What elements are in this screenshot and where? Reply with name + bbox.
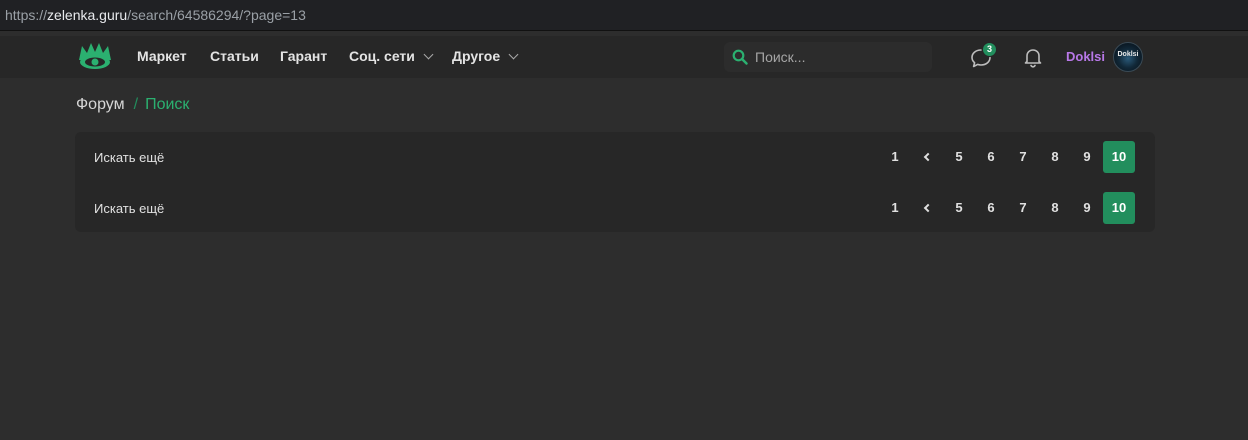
url-prefix: https:// xyxy=(5,7,48,23)
page-current-10[interactable]: 10 xyxy=(1103,192,1135,224)
nav-social-label: Соц. сети xyxy=(349,48,415,64)
nav-articles-label: Статьи xyxy=(210,48,259,64)
page-link-5[interactable]: 5 xyxy=(943,192,975,224)
page-link-6[interactable]: 6 xyxy=(975,192,1007,224)
nav-social-dropdown[interactable]: Соц. сети xyxy=(349,48,434,64)
nav-other-label: Другое xyxy=(452,48,501,64)
search-results-panel: Искать ещё 1 5 6 7 8 9 10 Искать ещё 1 5… xyxy=(75,132,1155,232)
page-link-9[interactable]: 9 xyxy=(1071,192,1103,224)
breadcrumb-current[interactable]: Поиск xyxy=(145,96,189,113)
page-current-10[interactable]: 10 xyxy=(1103,141,1135,173)
nav-articles[interactable]: Статьи xyxy=(210,48,259,64)
breadcrumb: Форум / Поиск xyxy=(76,96,189,114)
chevron-left-icon xyxy=(923,152,933,162)
page-link-6[interactable]: 6 xyxy=(975,141,1007,173)
avatar[interactable]: Doklsi xyxy=(1113,42,1143,72)
site-logo[interactable] xyxy=(78,40,112,72)
search-more-link[interactable]: Искать ещё xyxy=(94,201,164,216)
nav-market-label: Маркет xyxy=(137,48,187,64)
search-more-link[interactable]: Искать ещё xyxy=(94,150,164,165)
url-path: /search/64586294/?page=13 xyxy=(127,7,306,23)
avatar-label: Doklsi xyxy=(1117,51,1139,58)
page-link-9[interactable]: 9 xyxy=(1071,141,1103,173)
page-prev-button[interactable] xyxy=(911,192,943,224)
browser-address-bar[interactable]: https://zelenka.guru/search/64586294/?pa… xyxy=(0,0,1248,31)
nav-market[interactable]: Маркет xyxy=(137,48,187,64)
page-link-7[interactable]: 7 xyxy=(1007,192,1039,224)
site-navbar: Маркет Статьи Гарант Соц. сети Другое 3 … xyxy=(0,36,1248,78)
search-input[interactable] xyxy=(755,42,925,72)
chevron-down-icon xyxy=(423,49,434,60)
search-box[interactable] xyxy=(724,42,932,72)
breadcrumb-forum-link[interactable]: Форум xyxy=(76,96,125,113)
page-prev-button[interactable] xyxy=(911,141,943,173)
chevron-left-icon xyxy=(923,203,933,213)
messages-count-badge: 3 xyxy=(982,42,997,57)
logo-icon xyxy=(79,43,111,69)
search-icon xyxy=(732,49,748,65)
username-link[interactable]: Doklsi xyxy=(1066,49,1105,64)
page-link-8[interactable]: 8 xyxy=(1039,192,1071,224)
notifications-button[interactable] xyxy=(1021,45,1045,69)
chevron-down-icon xyxy=(508,49,519,60)
nav-guarantee-label: Гарант xyxy=(280,48,328,64)
breadcrumb-separator: / xyxy=(133,96,139,113)
page-link-8[interactable]: 8 xyxy=(1039,141,1071,173)
page-link-1[interactable]: 1 xyxy=(879,192,911,224)
page-link-5[interactable]: 5 xyxy=(943,141,975,173)
nav-guarantee[interactable]: Гарант xyxy=(280,48,327,64)
bell-icon xyxy=(1024,49,1042,68)
url-text[interactable]: https://zelenka.guru/search/64586294/?pa… xyxy=(5,7,306,23)
page-link-1[interactable]: 1 xyxy=(879,141,911,173)
nav-other-dropdown[interactable]: Другое xyxy=(452,48,519,64)
url-host: zelenka.guru xyxy=(47,7,128,23)
page-link-7[interactable]: 7 xyxy=(1007,141,1039,173)
